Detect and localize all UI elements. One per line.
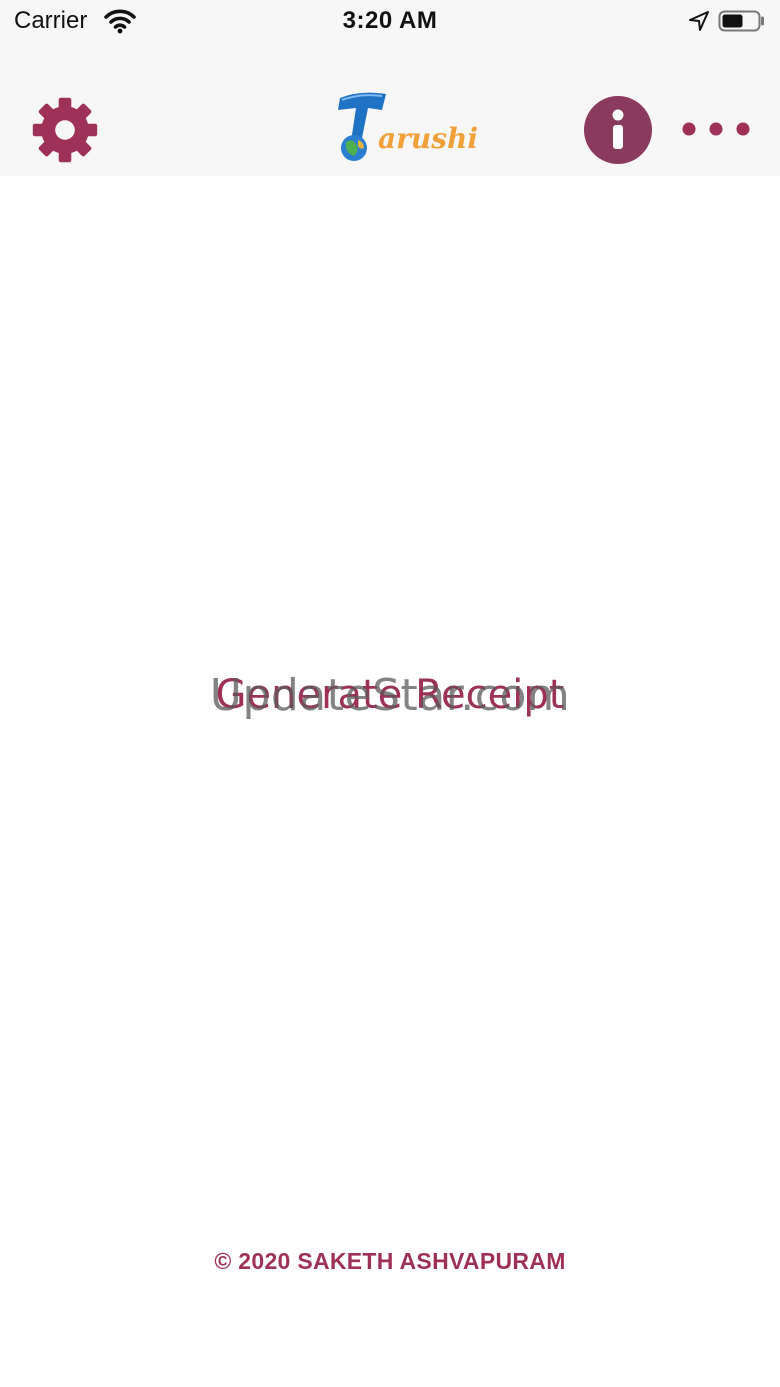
logo-text: arushi bbox=[378, 122, 479, 155]
clock-time: 3:20 AM bbox=[342, 7, 438, 34]
status-bar: Carrier 3:20 AM bbox=[0, 0, 780, 44]
info-icon bbox=[612, 109, 624, 149]
info-button[interactable] bbox=[584, 96, 652, 164]
more-dots-icon[interactable] bbox=[680, 119, 752, 139]
generate-receipt-button[interactable]: Generate Receipt bbox=[0, 672, 780, 718]
copyright-footer: © 2020 SAKETH ASHVAPURAM bbox=[214, 1248, 566, 1274]
navigation-bar: arushi bbox=[0, 44, 780, 176]
battery-icon bbox=[718, 10, 764, 32]
main-content: Generate Receipt UpdateStar.com © 2020 S… bbox=[0, 176, 780, 1387]
gear-icon[interactable] bbox=[30, 95, 100, 165]
location-arrow-icon bbox=[689, 11, 709, 31]
